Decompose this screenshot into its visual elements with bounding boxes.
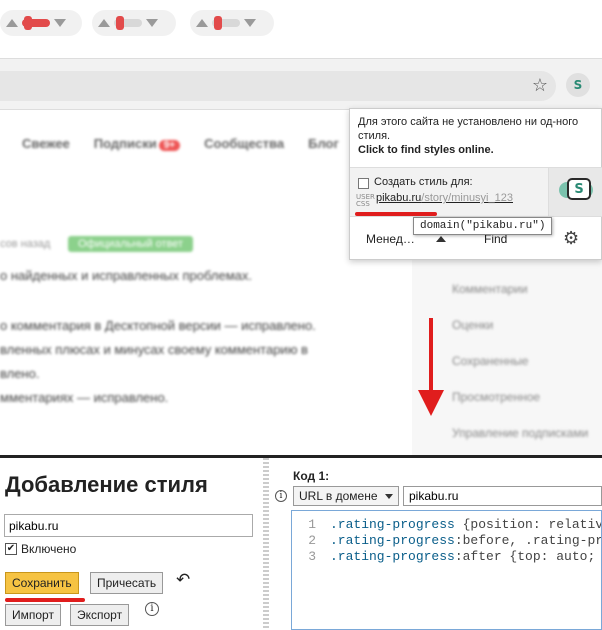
nav-item-subscriptions[interactable]: Подписки 9+ [93, 136, 181, 151]
create-style-label: Создать стиль для: [374, 176, 473, 188]
domain-path: /story/minusyi_123 [421, 192, 513, 204]
code-text: :after {top: auto; [454, 549, 596, 564]
line-number: 1 [308, 517, 316, 532]
notification-badge: 9+ [158, 140, 181, 151]
rating-progress-bar [114, 16, 142, 30]
find-styles-online-link[interactable]: Click to find styles online. [358, 143, 593, 157]
nav-item-communities[interactable]: Сообщества [204, 136, 284, 151]
rating-widget [92, 10, 176, 36]
downvote-icon[interactable] [54, 19, 66, 27]
browser-toolbar: ☆ S [0, 58, 602, 110]
enabled-row[interactable]: ✔ Включено [5, 542, 76, 556]
code-line: 2 .rating-progress:before, .rating-pr [292, 533, 602, 549]
stylus-extension-icon[interactable]: S [566, 73, 590, 97]
code-line: 1 .rating-progress {position: relativ [292, 517, 602, 533]
domain-link[interactable]: pikabu.ru/story/minusyi_123 [376, 192, 513, 204]
address-bar[interactable]: ☆ [0, 71, 556, 101]
upvote-icon[interactable] [6, 19, 18, 27]
rating-progress-bar [212, 16, 240, 30]
official-answer-tag: Официальный ответ [68, 236, 194, 252]
arrow-down-icon [418, 390, 444, 416]
line-number: 2 [308, 533, 316, 548]
upvote-icon[interactable] [196, 19, 208, 27]
usercss-icon: USER CSS [356, 193, 375, 208]
site-nav: Свежее Подписки 9+ Сообщества Блог [22, 136, 339, 151]
style-editor-sidebar: Добавление стиля ✔ Включено Сохранить Пр… [0, 458, 263, 630]
bookmark-star-icon[interactable]: ☆ [532, 75, 548, 96]
info-icon[interactable]: i [145, 602, 159, 616]
export-button[interactable]: Экспорт [70, 604, 130, 626]
line-number: 3 [308, 549, 316, 564]
post-time: сов назад [0, 238, 51, 250]
toggle-area[interactable]: S [548, 168, 602, 216]
rating-progress-bar [22, 16, 50, 30]
manage-button[interactable]: Менед… [366, 232, 415, 246]
annotation-arrow-shaft [429, 318, 433, 398]
code-selector: .rating-progress [330, 517, 455, 532]
nav-label: Подписки [93, 136, 157, 151]
info-icon[interactable]: i [275, 490, 287, 502]
post-text-line: влено. [0, 366, 40, 381]
post-text-line: мментариях — исправлено. [0, 390, 169, 405]
annotation-underline [5, 598, 85, 602]
beautify-button[interactable]: Причесать [90, 572, 164, 594]
gear-icon[interactable]: ⚙ [563, 228, 579, 249]
enabled-label: Включено [21, 542, 77, 556]
post-text-line: вленных плюсах и минусах своему коммента… [0, 342, 308, 357]
downvote-icon[interactable] [244, 19, 256, 27]
code-selector: .rating-progress [330, 549, 455, 564]
sidebar-item[interactable]: Сохраненные [452, 354, 528, 368]
applies-to-select[interactable]: URL в домене [293, 486, 399, 506]
upvote-icon[interactable] [98, 19, 110, 27]
style-name-input[interactable] [4, 514, 253, 537]
domain-name: pikabu.ru [376, 192, 422, 204]
sidebar-item[interactable]: Комментарии [452, 282, 528, 296]
save-button[interactable]: Сохранить [5, 572, 79, 594]
nav-item-fresh[interactable]: Свежее [22, 136, 70, 151]
stylus-logo-icon: S [567, 178, 591, 200]
popup-header[interactable]: Для этого сайта не установлено ни од-ног… [350, 109, 601, 163]
chevron-down-icon [385, 494, 393, 499]
downvote-icon[interactable] [146, 19, 158, 27]
applies-to-domain-input[interactable] [403, 486, 602, 506]
code-editor[interactable]: 1 .rating-progress {position: relativ 2 .r… [291, 510, 602, 630]
nav-item-blog[interactable]: Блог [308, 136, 339, 151]
post-text-line: о комментария в Десктопной версии — испр… [0, 318, 316, 333]
sidebar-item[interactable]: Оценки [452, 318, 493, 332]
annotation-underline [355, 212, 437, 216]
page-title: Добавление стиля [5, 472, 208, 497]
import-button[interactable]: Импорт [5, 604, 61, 626]
code-text: {position: relativ [454, 517, 602, 532]
sidebar-item[interactable]: Просмотренное [452, 390, 540, 404]
applies-to-value: URL в домене [299, 489, 378, 503]
code-section-label: Код 1: [293, 469, 330, 483]
sidebar-item[interactable]: Управление подписками [452, 426, 588, 440]
stylus-popup: Для этого сайта не установлено ни од-ног… [349, 108, 602, 260]
code-line: 3 .rating-progress:after {top: auto; [292, 549, 595, 565]
post-text-line: о найденных и исправленных проблемах. [0, 268, 252, 283]
domain-tooltip: domain("pikabu.ru") [413, 217, 553, 235]
enabled-checkbox[interactable]: ✔ [5, 543, 17, 555]
code-selector: .rating-progress [330, 533, 455, 548]
caret-up-icon [436, 236, 446, 242]
code-section: Код 1: i URL в домене 1 .rating-progress … [269, 458, 602, 630]
create-style-checkbox[interactable] [358, 178, 369, 189]
undo-icon[interactable]: ↶ [176, 570, 190, 590]
code-text: :before, .rating-pr [454, 533, 602, 548]
no-styles-text: Для этого сайта не установлено ни од-ног… [358, 116, 579, 142]
rating-widget [0, 10, 82, 36]
create-style-row: Создать стиль для: USER CSS pikabu.ru/st… [350, 167, 602, 217]
rating-widget [190, 10, 274, 36]
